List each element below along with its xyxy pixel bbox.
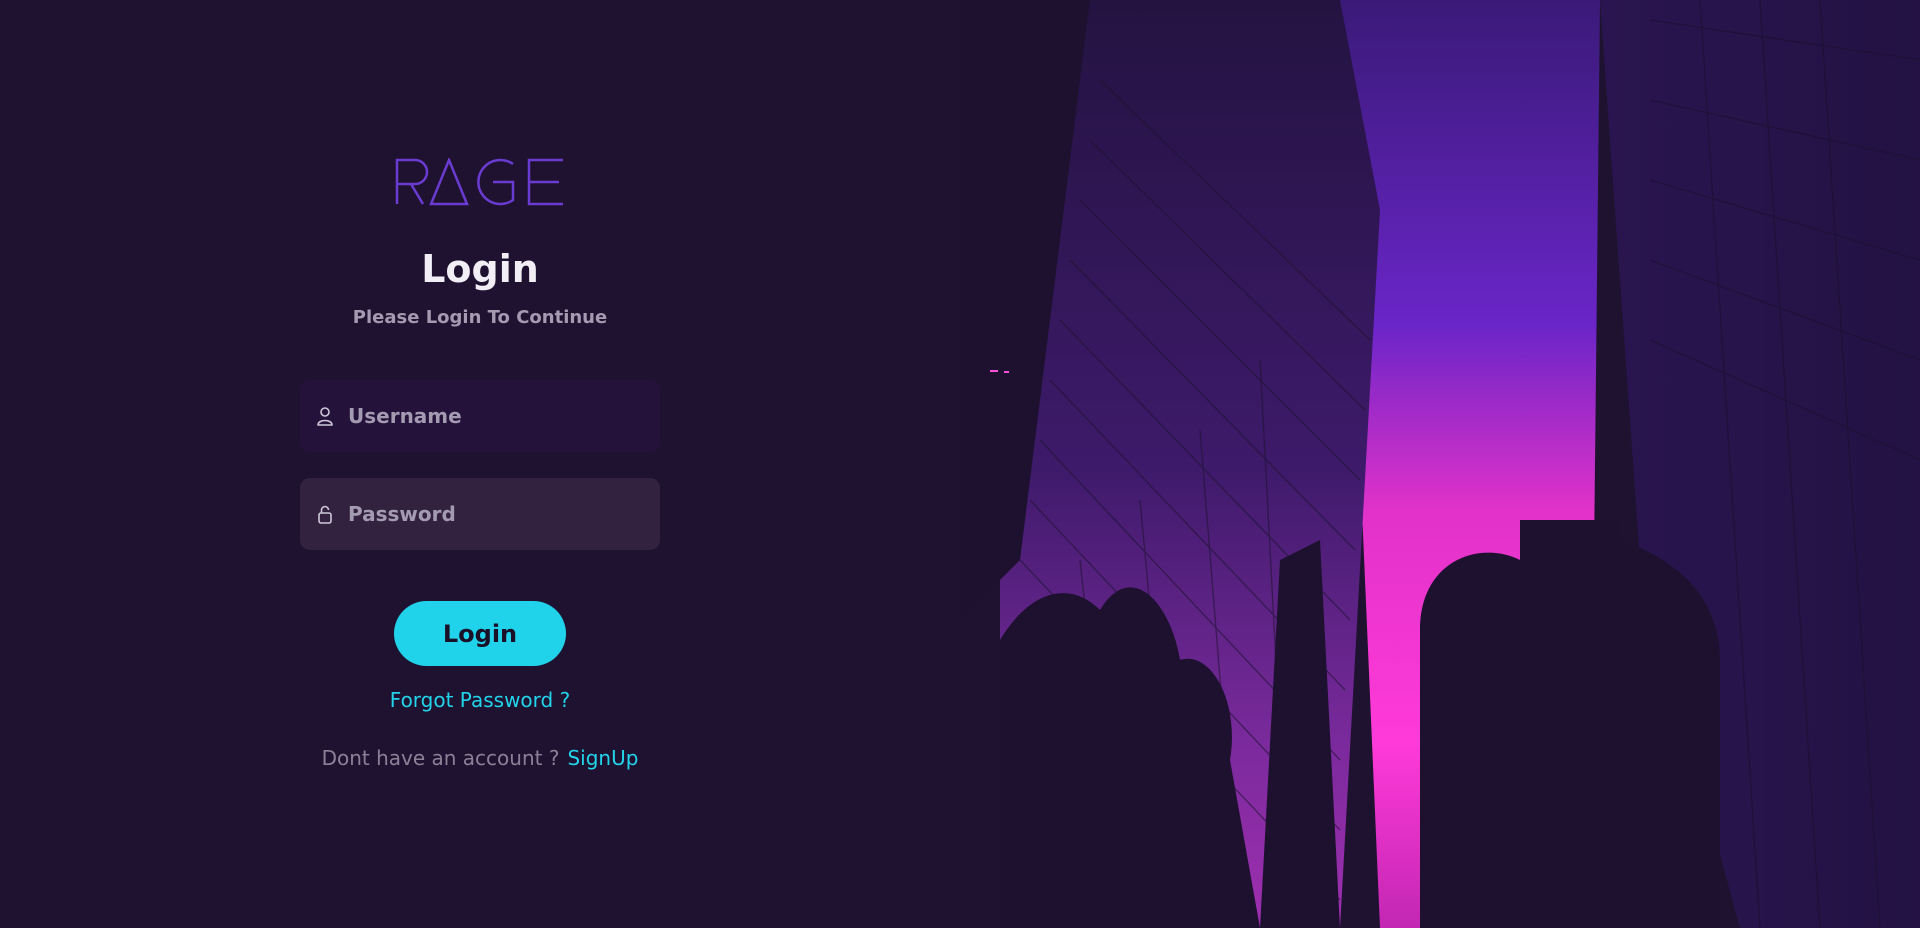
- hero-image: [960, 0, 1920, 928]
- password-field[interactable]: [300, 478, 660, 550]
- login-page: Login Please Login To Continue Username …: [0, 0, 1920, 928]
- signup-prompt: Dont have an account ?: [321, 746, 560, 770]
- signup-link[interactable]: SignUp: [567, 746, 638, 770]
- page-title: Login: [421, 247, 539, 291]
- rage-logo: [395, 158, 563, 206]
- lock-icon: [316, 504, 334, 524]
- username-field[interactable]: [300, 380, 660, 452]
- login-button[interactable]: Login: [394, 601, 566, 666]
- city-skyline-neon-image: [960, 0, 1920, 928]
- username-input[interactable]: [348, 404, 638, 428]
- password-input[interactable]: [348, 502, 638, 526]
- page-subtitle: Please Login To Continue: [352, 307, 608, 328]
- signup-row: Dont have an account ? SignUp: [300, 746, 660, 770]
- user-icon: [316, 406, 334, 426]
- login-panel: Login Please Login To Continue Username …: [0, 0, 960, 928]
- forgot-password-link[interactable]: Forgot Password ?: [300, 688, 660, 712]
